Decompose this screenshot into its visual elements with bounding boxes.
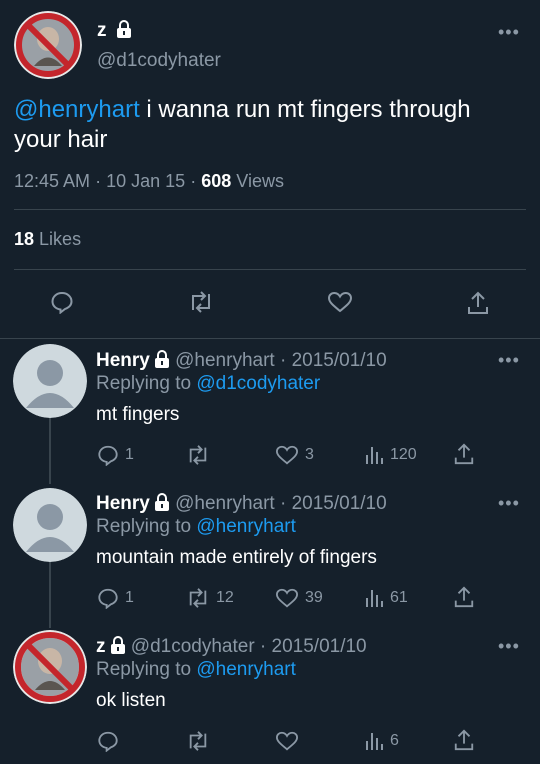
heart-icon xyxy=(275,445,299,465)
reply-button[interactable]: 1 xyxy=(97,444,134,466)
handle-date[interactable]: @d1codyhater · 2015/01/10 xyxy=(131,636,367,657)
reply-button[interactable] xyxy=(50,290,74,314)
reply-icon xyxy=(98,731,118,752)
share-button[interactable] xyxy=(453,728,475,752)
replying-to: Replying to @henryhart xyxy=(96,516,296,537)
lock-icon xyxy=(154,493,169,511)
reply-text: mountain made entirely of fingers xyxy=(96,547,377,568)
heart-icon xyxy=(275,731,299,751)
share-icon xyxy=(454,729,474,751)
reply-icon xyxy=(98,445,118,466)
no-sign-avatar-icon xyxy=(14,11,82,79)
retweet-button[interactable] xyxy=(186,444,216,466)
more-options-icon[interactable]: ••• xyxy=(498,493,520,514)
like-button[interactable] xyxy=(327,290,353,314)
share-button[interactable] xyxy=(453,585,475,609)
mention-link[interactable]: @d1codyhater xyxy=(196,373,320,394)
views-button[interactable]: 6 xyxy=(364,730,399,752)
mention-link[interactable]: @henryhart xyxy=(14,96,140,123)
more-options-icon[interactable]: ••• xyxy=(498,22,520,43)
avatar[interactable] xyxy=(13,344,87,418)
avatar[interactable] xyxy=(14,11,82,79)
reply-count: 1 xyxy=(125,446,134,463)
lock-icon xyxy=(116,20,131,38)
avatar[interactable] xyxy=(13,630,87,704)
heart-icon xyxy=(327,291,353,313)
replying-to: Replying to @henryhart xyxy=(96,659,296,680)
reply-header: z @d1codyhater · 2015/01/10 xyxy=(96,636,367,658)
retweet-icon xyxy=(189,588,207,608)
reply-header: Henry @henryhart · 2015/01/10 xyxy=(96,493,387,515)
retweet-icon xyxy=(189,445,207,465)
replying-to: Replying to @d1codyhater xyxy=(96,373,321,394)
thread-line xyxy=(49,562,51,628)
display-name[interactable]: z xyxy=(97,20,107,41)
lock-icon xyxy=(154,350,169,368)
mention-link[interactable]: @henryhart xyxy=(196,659,296,680)
avatar[interactable] xyxy=(13,488,87,562)
reply-button[interactable]: 1 xyxy=(97,587,134,609)
like-button[interactable]: 39 xyxy=(275,587,323,609)
reply-icon xyxy=(98,588,118,609)
tweet-date[interactable]: 10 Jan 15 xyxy=(106,171,185,191)
views-icon xyxy=(366,733,383,750)
share-icon xyxy=(468,291,488,314)
share-icon xyxy=(454,443,474,465)
reply-text: ok listen xyxy=(96,690,166,711)
mention-link[interactable]: @henryhart xyxy=(196,516,296,537)
tweet-text: @henryhart i wanna run mt fingers throug… xyxy=(14,96,471,153)
views-button[interactable]: 61 xyxy=(364,587,408,609)
more-options-icon[interactable]: ••• xyxy=(498,350,520,371)
retweet-button[interactable]: 12 xyxy=(186,587,234,609)
retweet-count: 12 xyxy=(216,589,234,606)
share-icon xyxy=(454,586,474,608)
reply-text: mt fingers xyxy=(96,404,180,425)
no-sign-avatar-icon xyxy=(13,630,87,704)
like-button[interactable] xyxy=(275,730,305,752)
author-handle[interactable]: @d1codyhater xyxy=(97,50,221,72)
views-label: Views xyxy=(236,171,284,191)
author-name[interactable]: z xyxy=(97,20,132,42)
views-icon xyxy=(366,447,383,464)
divider xyxy=(14,269,526,270)
display-name[interactable]: Henry xyxy=(96,493,150,514)
divider xyxy=(14,209,526,210)
share-button[interactable] xyxy=(466,290,490,316)
likes-stat[interactable]: 18 Likes xyxy=(14,229,81,250)
tweet-meta: 12:45 AM · 10 Jan 15 · 608 Views xyxy=(14,171,284,191)
views-button[interactable]: 120 xyxy=(364,444,417,466)
retweet-icon xyxy=(189,731,207,751)
views-count: 608 xyxy=(201,171,232,191)
like-count: 3 xyxy=(305,446,314,463)
retweet-button[interactable] xyxy=(188,290,214,314)
likes-label: Likes xyxy=(39,229,82,249)
view-count: 6 xyxy=(390,732,399,749)
lock-icon xyxy=(110,636,125,654)
share-button[interactable] xyxy=(453,442,475,466)
retweet-button[interactable] xyxy=(186,730,216,752)
reply-count: 1 xyxy=(125,589,134,606)
default-avatar-icon xyxy=(13,344,87,418)
retweet-icon xyxy=(192,291,210,313)
default-avatar-icon xyxy=(13,488,87,562)
like-button[interactable]: 3 xyxy=(275,444,314,466)
reply-button[interactable] xyxy=(97,730,125,752)
display-name[interactable]: Henry xyxy=(96,350,150,371)
view-count: 120 xyxy=(390,446,417,463)
thread-line xyxy=(49,418,51,484)
display-name[interactable]: z xyxy=(96,636,106,657)
like-count: 39 xyxy=(305,589,323,606)
view-count: 61 xyxy=(390,589,408,606)
handle-date[interactable]: @henryhart · 2015/01/10 xyxy=(175,350,387,371)
divider xyxy=(0,338,540,339)
heart-icon xyxy=(275,588,299,608)
reply-icon xyxy=(51,291,73,314)
handle-date[interactable]: @henryhart · 2015/01/10 xyxy=(175,493,387,514)
more-options-icon[interactable]: ••• xyxy=(498,636,520,657)
tweet-time[interactable]: 12:45 AM xyxy=(14,171,90,191)
likes-count: 18 xyxy=(14,229,35,249)
views-icon xyxy=(366,590,383,607)
reply-header: Henry @henryhart · 2015/01/10 xyxy=(96,350,387,372)
